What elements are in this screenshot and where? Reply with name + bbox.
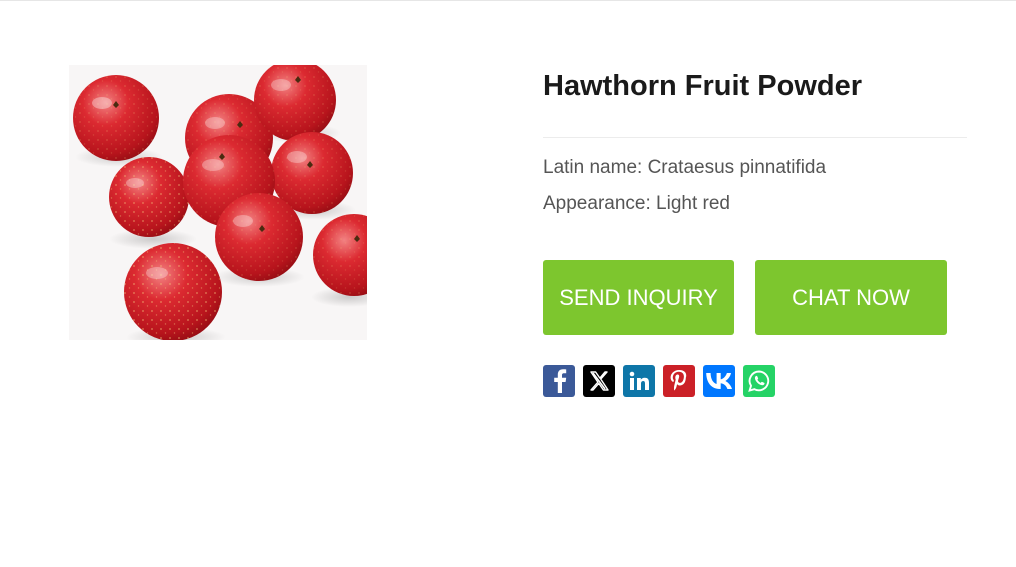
spec-latin-name: Latin name: Crataesus pinnatifida [543, 157, 827, 178]
facebook-icon[interactable] [543, 365, 575, 397]
linkedin-icon[interactable] [623, 365, 655, 397]
spec-appearance: Appearance: Light red [543, 193, 730, 214]
x-icon[interactable] [583, 365, 615, 397]
chat-now-button[interactable]: CHAT NOW [755, 260, 947, 335]
product-image[interactable] [69, 65, 367, 340]
top-divider [0, 0, 1016, 1]
social-share-bar [543, 365, 775, 397]
send-inquiry-button[interactable]: SEND INQUIRY [543, 260, 734, 335]
pinterest-icon[interactable] [663, 365, 695, 397]
vk-icon[interactable] [703, 365, 735, 397]
title-divider [543, 137, 967, 138]
whatsapp-icon[interactable] [743, 365, 775, 397]
product-title: Hawthorn Fruit Powder [543, 70, 862, 102]
